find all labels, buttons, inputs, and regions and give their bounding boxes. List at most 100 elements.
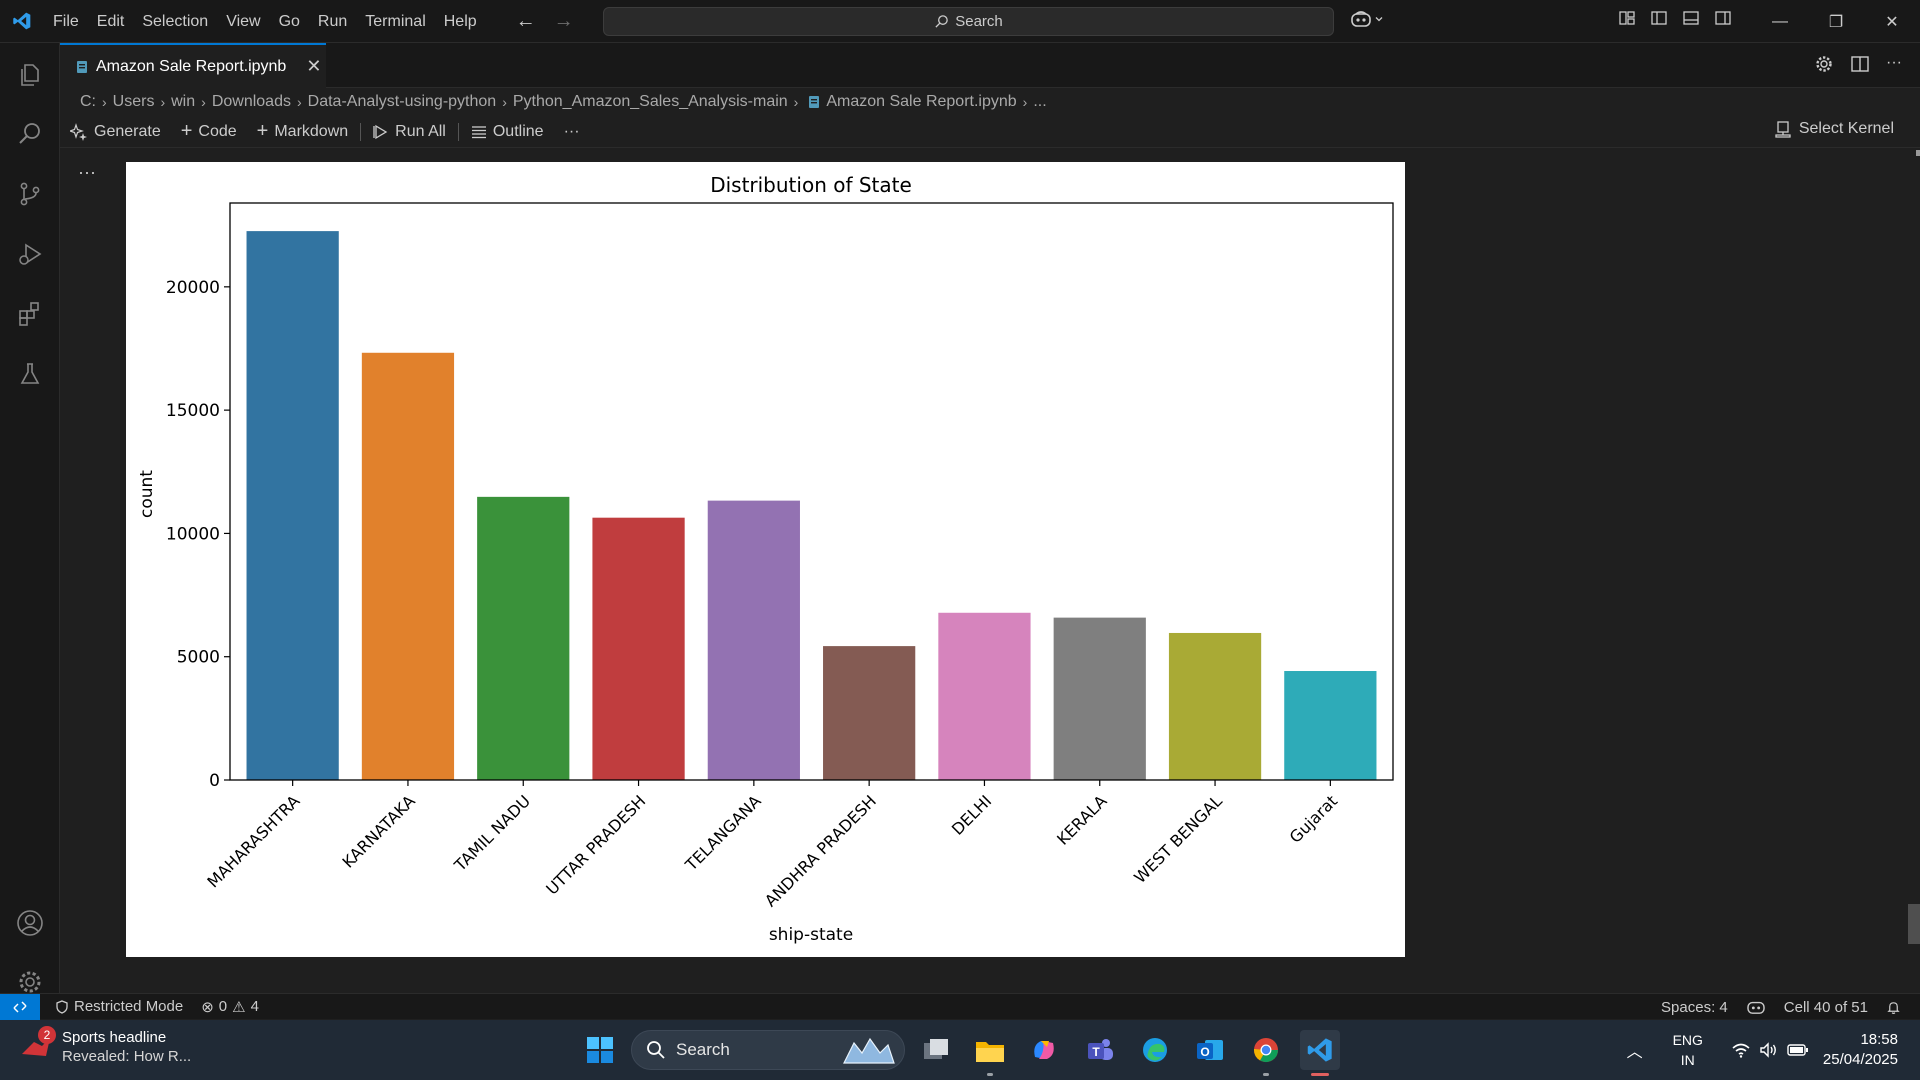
start-button[interactable] bbox=[580, 1030, 620, 1070]
breadcrumb-item[interactable]: ... bbox=[1033, 93, 1046, 111]
chevron-right-icon: › bbox=[502, 94, 507, 110]
remote-indicator[interactable] bbox=[0, 993, 40, 1020]
menu-view[interactable]: View bbox=[217, 0, 269, 43]
edge-icon[interactable] bbox=[1135, 1030, 1175, 1070]
notebook-settings-gear-icon[interactable] bbox=[1814, 54, 1834, 74]
y-tick-label: 20000 bbox=[166, 278, 220, 298]
testing-flask-icon[interactable] bbox=[0, 350, 60, 398]
menu-run[interactable]: Run bbox=[309, 0, 356, 43]
restricted-mode-status[interactable]: Restricted Mode bbox=[46, 998, 192, 1015]
outlook-icon[interactable]: O bbox=[1190, 1030, 1230, 1070]
breadcrumb-item[interactable]: Data-Analyst-using-python bbox=[308, 93, 497, 111]
show-hidden-icons-chevron-icon[interactable]: ︿ bbox=[1611, 1038, 1659, 1062]
outline-button[interactable]: Outline bbox=[461, 123, 554, 141]
news-title: Sports headline bbox=[62, 1029, 167, 1046]
menu-file[interactable]: File bbox=[44, 0, 88, 43]
run-all-button[interactable]: Run All bbox=[363, 123, 456, 141]
vscode-taskbar-icon[interactable] bbox=[1300, 1030, 1340, 1076]
customize-layout-icon[interactable] bbox=[1618, 9, 1636, 27]
more-toolbar-actions[interactable]: ··· bbox=[554, 123, 590, 141]
minimize-button[interactable]: — bbox=[1752, 0, 1808, 43]
extensions-icon[interactable] bbox=[0, 290, 60, 338]
split-editor-icon[interactable] bbox=[1850, 54, 1870, 74]
copilot-app-icon[interactable] bbox=[1024, 1030, 1064, 1070]
clock-date: 25/04/2025 bbox=[1822, 1051, 1898, 1068]
running-indicator bbox=[1263, 1073, 1269, 1076]
more-actions-icon[interactable]: ··· bbox=[1886, 54, 1902, 74]
command-center-search[interactable]: Search bbox=[603, 7, 1334, 36]
cell-output-menu-icon[interactable]: ··· bbox=[78, 162, 96, 183]
close-tab-icon[interactable]: ✕ bbox=[306, 56, 321, 77]
chevron-right-icon: › bbox=[793, 94, 799, 110]
search-highlight-icon bbox=[843, 1037, 895, 1064]
news-widget[interactable]: 2 Sports headline Revealed: How R... bbox=[20, 1026, 192, 1066]
bar-uttar-pradesh bbox=[592, 517, 685, 780]
input-language-indicator[interactable]: ENG IN bbox=[1659, 1030, 1717, 1070]
back-arrow-icon[interactable]: ← bbox=[516, 10, 536, 33]
toggle-primary-sidebar-icon[interactable] bbox=[1650, 9, 1668, 27]
quick-settings[interactable] bbox=[1717, 1042, 1823, 1058]
source-control-icon[interactable] bbox=[0, 170, 60, 218]
toggle-panel-icon[interactable] bbox=[1682, 9, 1700, 27]
region-code: IN bbox=[1680, 1052, 1695, 1068]
restore-button[interactable]: ❐ bbox=[1808, 0, 1864, 43]
teams-icon[interactable]: T bbox=[1080, 1030, 1120, 1070]
breadcrumb-item[interactable]: win bbox=[171, 93, 195, 111]
close-window-button[interactable]: ✕ bbox=[1864, 0, 1920, 43]
select-kernel-button[interactable]: Select Kernel bbox=[1765, 120, 1904, 138]
breadcrumb-item[interactable]: C: bbox=[80, 93, 96, 111]
run-debug-icon[interactable] bbox=[0, 230, 60, 278]
run-all-icon bbox=[373, 124, 388, 139]
search-view-icon[interactable] bbox=[0, 110, 60, 158]
activity-bar bbox=[0, 43, 60, 993]
bar-andhra-pradesh bbox=[823, 646, 916, 780]
menu-terminal[interactable]: Terminal bbox=[356, 0, 434, 43]
editor-scrollbar-thumb[interactable] bbox=[1908, 904, 1920, 944]
menu-go[interactable]: Go bbox=[270, 0, 309, 43]
editor-tab-bar: Amazon Sale Report.ipynb ✕ ··· bbox=[60, 43, 1920, 88]
running-indicator bbox=[987, 1073, 993, 1076]
wifi-icon bbox=[1732, 1043, 1750, 1058]
y-tick-label: 0 bbox=[209, 771, 220, 791]
run-all-label: Run All bbox=[395, 122, 446, 140]
news-subtitle: Revealed: How R... bbox=[62, 1048, 192, 1065]
notebook-file-icon bbox=[77, 60, 87, 73]
file-explorer-icon[interactable] bbox=[970, 1030, 1010, 1076]
windows-taskbar: 2 Sports headline Revealed: How R... Sea… bbox=[0, 1020, 1920, 1080]
ellipsis-icon: ··· bbox=[563, 122, 580, 140]
copilot-status-icon[interactable] bbox=[1737, 999, 1775, 1015]
tab-amazon-sale-report[interactable]: Amazon Sale Report.ipynb ✕ bbox=[60, 43, 326, 88]
breadcrumb-item[interactable]: Downloads bbox=[212, 93, 291, 111]
y-tick-label: 15000 bbox=[166, 401, 220, 421]
forward-arrow-icon[interactable]: → bbox=[554, 10, 574, 33]
breadcrumb-item[interactable]: Amazon Sale Report.ipynb bbox=[826, 93, 1016, 111]
indentation-status[interactable]: Spaces: 4 bbox=[1652, 999, 1737, 1016]
copilot-menu[interactable] bbox=[1350, 10, 1384, 28]
bar-west-bengal bbox=[1168, 632, 1262, 780]
select-kernel-label: Select Kernel bbox=[1798, 120, 1894, 137]
svg-text:T: T bbox=[1092, 1045, 1100, 1059]
menu-help[interactable]: Help bbox=[435, 0, 486, 43]
x-tick-label: KARNATAKA bbox=[338, 791, 418, 871]
clock[interactable]: 18:58 25/04/2025 bbox=[1823, 1030, 1920, 1070]
menu-edit[interactable]: Edit bbox=[88, 0, 134, 43]
generate-button[interactable]: Generate bbox=[60, 123, 171, 141]
add-markdown-cell-button[interactable]: + Markdown bbox=[247, 120, 359, 143]
cell-position-status[interactable]: Cell 40 of 51 bbox=[1775, 999, 1877, 1016]
chrome-icon[interactable] bbox=[1246, 1030, 1286, 1076]
x-axis-label: ship-state bbox=[769, 925, 853, 945]
explorer-icon[interactable] bbox=[0, 51, 60, 99]
breadcrumb-item[interactable]: Python_Amazon_Sales_Analysis-main bbox=[513, 93, 788, 111]
status-bar: Restricted Mode ⊗ 0 ⚠ 4 Spaces: 4 Cell 4… bbox=[0, 993, 1920, 1020]
x-tick-label: TAMIL NADU bbox=[450, 791, 534, 875]
add-code-cell-button[interactable]: + Code bbox=[171, 120, 247, 143]
toggle-secondary-sidebar-icon[interactable] bbox=[1714, 9, 1732, 27]
problems-status[interactable]: ⊗ 0 ⚠ 4 bbox=[192, 998, 268, 1016]
bar-chart: Distribution of State count ship-state 0… bbox=[137, 173, 1394, 945]
accounts-icon[interactable] bbox=[0, 899, 60, 947]
task-view-icon[interactable] bbox=[916, 1030, 956, 1070]
breadcrumb-item[interactable]: Users bbox=[113, 93, 155, 111]
menu-selection[interactable]: Selection bbox=[133, 0, 217, 43]
notifications-bell-icon[interactable] bbox=[1877, 1000, 1910, 1015]
taskbar-search[interactable]: Search bbox=[631, 1030, 905, 1070]
